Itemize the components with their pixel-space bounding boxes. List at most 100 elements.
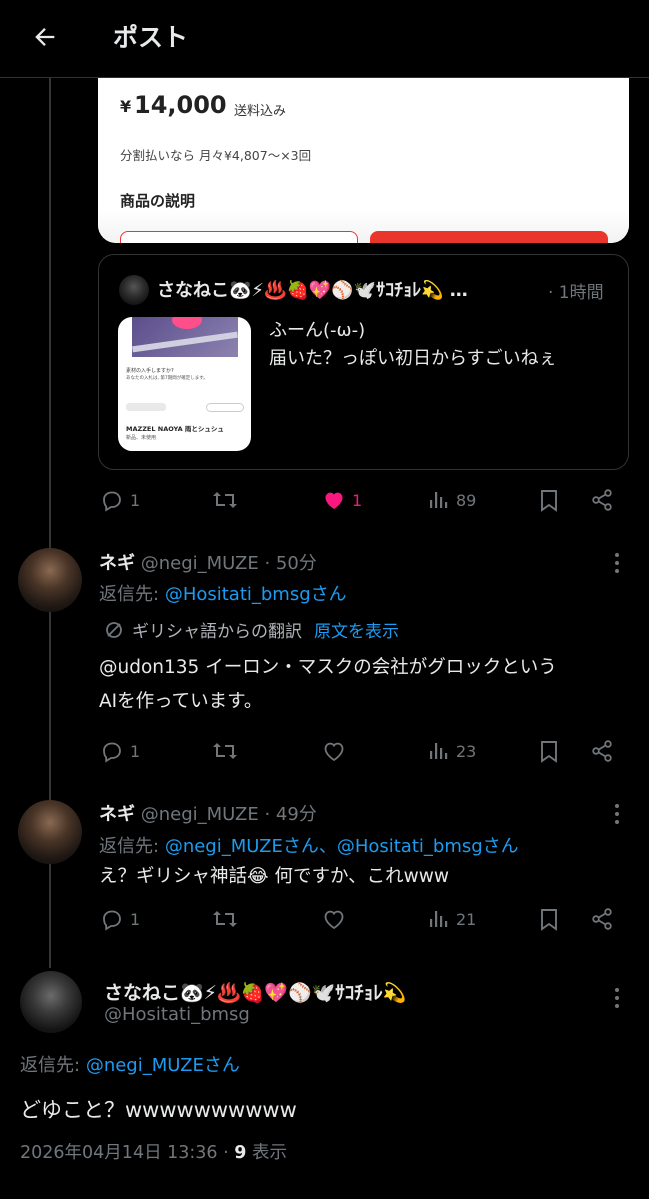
more-icon-dot <box>615 820 619 824</box>
translate-icon <box>106 621 122 638</box>
back-arrow-icon <box>35 28 55 46</box>
share-icon <box>592 489 612 511</box>
share-button[interactable] <box>590 907 614 931</box>
more-icon-dot <box>615 561 619 565</box>
reply-count: 1 <box>130 490 141 510</box>
share-button[interactable] <box>590 739 614 763</box>
replying-to: 返信先: @Hositati_bmsgさん <box>99 580 347 606</box>
thumb-title: MAZZEL NAOYA 雨とシュシュ <box>126 425 224 433</box>
author-name[interactable]: ネギ <box>99 553 135 574</box>
installment-text: 分割払いなら 月々¥4,807〜×3回 <box>120 148 312 163</box>
more-icon-dot <box>615 812 619 816</box>
reply1-text: @udon135 イーロン・マスクの会社がグロックという AIを作っています。 <box>99 651 557 719</box>
reply-button[interactable]: 1 <box>100 488 140 512</box>
reply2-text: え？ギリシャ神話😂 何ですか、これwww <box>99 866 450 887</box>
avatar[interactable] <box>18 548 82 612</box>
views-button[interactable]: 23 <box>428 739 476 763</box>
quoted-author: さなねこ🐼⚡♨️🍓💖⚾🕊️ｻｺﾁｮﾚ💫 … <box>157 280 468 301</box>
retweet-button[interactable] <box>212 488 238 512</box>
reply1-header: ネギ @negi_MUZE · 50分 <box>99 549 317 575</box>
price-currency: ¥ <box>120 97 132 116</box>
quoted-post[interactable]: さなねこ🐼⚡♨️🍓💖⚾🕊️ｻｺﾁｮﾚ💫 … · 1時間 素材の入手しますか? あ… <box>98 254 629 470</box>
handle-time: @negi_MUZE · 49分 <box>140 804 317 825</box>
post-views-label: 表示 <box>246 1143 288 1163</box>
view-count: 89 <box>456 490 477 510</box>
bookmark-button[interactable] <box>538 907 560 931</box>
bookmark-button[interactable] <box>538 488 560 512</box>
retweet-icon <box>213 492 237 508</box>
heart-icon <box>325 492 343 509</box>
quoted-time: · 1時間 <box>548 283 604 303</box>
retweet-icon <box>213 911 237 927</box>
back-button[interactable] <box>28 20 62 54</box>
quoted-line-1: ふーん(-ω-) <box>269 320 366 341</box>
bookmark-icon <box>541 741 557 763</box>
post-datetime[interactable]: 2026年04月14日 13:36 · <box>20 1143 234 1163</box>
more-button[interactable] <box>607 802 627 826</box>
avatar[interactable] <box>20 971 82 1033</box>
like-count: 1 <box>352 490 363 510</box>
author-handle[interactable]: @Hositati_bmsg <box>104 1004 250 1025</box>
thumb-ribbon <box>132 331 238 353</box>
retweet-button[interactable] <box>212 907 238 931</box>
thumb-icons <box>126 403 166 411</box>
quoted-thumbnail[interactable]: 素材の入手しますか? あなたの入札は, 第7期間が確定します。 MAZZEL N… <box>118 317 251 451</box>
views-button[interactable]: 89 <box>428 488 476 512</box>
avatar[interactable] <box>18 800 82 864</box>
post-actions: 1 21 <box>100 907 620 937</box>
reply-icon <box>103 910 121 931</box>
retweet-icon <box>213 743 237 759</box>
post-actions: 1 1 89 <box>100 488 620 518</box>
show-original-link[interactable]: 原文を表示 <box>314 617 399 642</box>
reply-icon <box>103 491 121 512</box>
thumb-line1: 素材の入手しますか? <box>126 368 174 374</box>
bookmark-button[interactable] <box>538 739 560 763</box>
product-card-image[interactable]: ¥ 14,000 送料込み 分割払いなら 月々¥4,807〜×3回 商品の説明 <box>98 78 629 243</box>
share-button[interactable] <box>590 488 614 512</box>
replying-label: 返信先: <box>20 1055 81 1076</box>
top-bar: ポスト <box>0 0 649 78</box>
thumb-object <box>172 317 202 329</box>
reply-count: 1 <box>130 909 141 929</box>
more-icon <box>615 988 619 992</box>
reply-button[interactable]: 1 <box>100 907 140 931</box>
translated-from: ギリシャ語からの翻訳 <box>132 622 302 642</box>
replying-link[interactable]: @negi_MUZEさん <box>86 1055 240 1076</box>
view-count: 21 <box>456 909 477 929</box>
post-text: どゆこと？wwwwwwwwww <box>20 1098 297 1122</box>
post-meta: 2026年04月14日 13:36 · 9 表示 <box>20 1139 287 1164</box>
author-name[interactable]: ネギ <box>99 804 135 825</box>
more-icon <box>615 553 619 557</box>
translation-row: ギリシャ語からの翻訳 原文を表示 <box>104 617 399 642</box>
replying-link[interactable]: @negi_MUZEさん、@Hositati_bmsgさん <box>165 836 519 857</box>
more-icon-dot <box>615 1004 619 1008</box>
views-button[interactable]: 21 <box>428 907 476 931</box>
product-secondary-button <box>120 231 358 243</box>
description-heading: 商品の説明 <box>120 192 196 210</box>
reply-button[interactable]: 1 <box>100 739 140 763</box>
thumb-pill <box>206 403 244 412</box>
views-icon <box>430 492 448 508</box>
more-button[interactable] <box>607 986 627 1010</box>
reply-icon <box>103 742 121 763</box>
views-icon <box>430 911 448 927</box>
author-name[interactable]: さなねこ🐼⚡♨️🍓💖⚾🕊️ｻｺﾁｮﾚ💫 <box>104 978 406 1005</box>
share-icon <box>592 740 612 762</box>
thumb-condition: 新品、未使用 <box>126 435 157 441</box>
replying-link[interactable]: @Hositati_bmsgさん <box>165 584 347 605</box>
reply1-line1: @udon135 イーロン・マスクの会社がグロックという <box>99 657 557 678</box>
shipping-label: 送料込み <box>234 104 287 119</box>
avatar[interactable] <box>119 275 149 305</box>
like-button[interactable] <box>322 739 346 763</box>
more-button[interactable] <box>607 551 627 575</box>
like-button[interactable]: 1 <box>322 488 362 512</box>
like-button[interactable] <box>322 907 346 931</box>
heart-icon <box>324 742 344 762</box>
more-icon <box>615 804 619 808</box>
replying-to: 返信先: @negi_MUZEさん <box>20 1051 240 1077</box>
replying-to: 返信先: @negi_MUZEさん、@Hositati_bmsgさん <box>99 832 519 858</box>
thumb-line2: あなたの入札は, 第7期間が確定します。 <box>126 376 208 381</box>
quoted-text: ふーん(-ω-) 届いた？っぽい初日からすごいねぇ <box>269 317 557 373</box>
post-actions: 1 23 <box>100 739 620 769</box>
retweet-button[interactable] <box>212 739 238 763</box>
